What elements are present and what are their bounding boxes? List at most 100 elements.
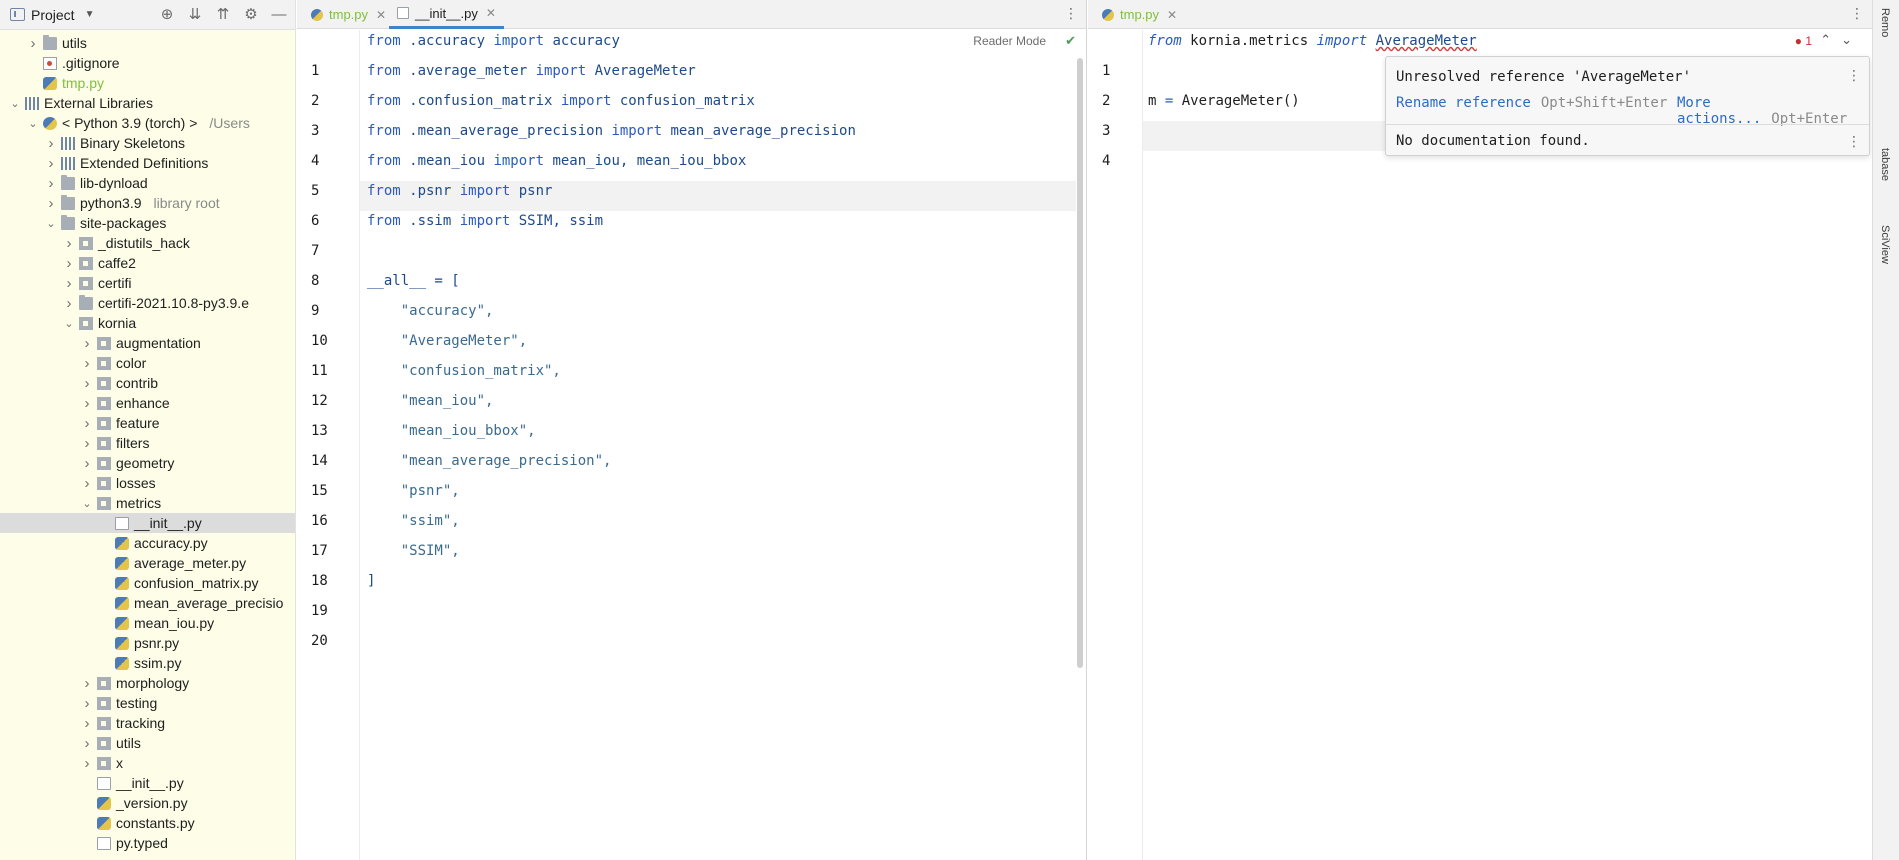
- chevron-right-icon[interactable]: ›: [44, 195, 58, 212]
- code-line[interactable]: from kornia.metrics import AverageMeter: [1148, 33, 1477, 49]
- code-line[interactable]: "psnr",: [367, 483, 460, 499]
- code-line[interactable]: "mean_average_precision",: [367, 453, 612, 469]
- close-icon[interactable]: ✕: [486, 6, 496, 20]
- remote-tool-button[interactable]: Remo: [1879, 8, 1891, 37]
- chevron-right-icon[interactable]: ›: [26, 35, 40, 52]
- rename-reference-link[interactable]: Rename reference: [1396, 95, 1531, 111]
- tab-tmp-py[interactable]: tmp.py ✕: [1094, 0, 1185, 29]
- more-options-icon[interactable]: ⋮: [1850, 5, 1864, 22]
- chevron-down-icon[interactable]: ⌄: [8, 97, 22, 110]
- close-icon[interactable]: ✕: [1167, 8, 1177, 22]
- tree-item[interactable]: constants.py: [0, 813, 295, 833]
- chevron-right-icon[interactable]: ›: [80, 415, 94, 432]
- chevron-right-icon[interactable]: ›: [62, 235, 76, 252]
- tree-item[interactable]: › augmentation: [0, 333, 295, 353]
- chevron-right-icon[interactable]: ›: [80, 335, 94, 352]
- tree-item[interactable]: › utils: [0, 33, 295, 53]
- more-options-icon[interactable]: ⋮: [1847, 133, 1861, 150]
- tree-item[interactable]: › x: [0, 753, 295, 773]
- tree-item[interactable]: › python3.9 library root: [0, 193, 295, 213]
- chevron-down-icon[interactable]: ⌄: [26, 117, 40, 130]
- chevron-right-icon[interactable]: ›: [62, 275, 76, 292]
- tree-item[interactable]: confusion_matrix.py: [0, 573, 295, 593]
- code-line[interactable]: "confusion_matrix",: [367, 363, 561, 379]
- code-line[interactable]: "accuracy",: [367, 303, 494, 319]
- tree-item[interactable]: › enhance: [0, 393, 295, 413]
- tree-item[interactable]: › Extended Definitions: [0, 153, 295, 173]
- code-line[interactable]: from .mean_average_precision import mean…: [367, 123, 856, 139]
- chevron-up-icon[interactable]: ⌃: [1820, 32, 1841, 47]
- chevron-right-icon[interactable]: ›: [44, 135, 58, 152]
- tree-item[interactable]: ⌄ kornia: [0, 313, 295, 333]
- tree-item[interactable]: ⌄ < Python 3.9 (torch) > /Users: [0, 113, 295, 133]
- vertical-scrollbar[interactable]: [1077, 58, 1083, 668]
- chevron-right-icon[interactable]: ›: [62, 295, 76, 312]
- tree-item[interactable]: mean_average_precisio: [0, 593, 295, 613]
- chevron-right-icon[interactable]: ›: [80, 395, 94, 412]
- tree-item[interactable]: › filters: [0, 433, 295, 453]
- code-line[interactable]: from .accuracy import accuracy: [367, 33, 620, 49]
- tree-item[interactable]: › certifi: [0, 273, 295, 293]
- more-options-icon[interactable]: ⋮: [1064, 5, 1078, 22]
- chevron-right-icon[interactable]: ›: [80, 355, 94, 372]
- gear-icon[interactable]: ⚙: [243, 6, 259, 24]
- code-line[interactable]: __all__ = [: [367, 273, 460, 289]
- code-line[interactable]: from .average_meter import AverageMeter: [367, 63, 696, 79]
- chevron-right-icon[interactable]: ›: [62, 255, 76, 272]
- rename-reference-action[interactable]: Rename reference Opt+Shift+Enter: [1396, 95, 1667, 111]
- tree-item[interactable]: › geometry: [0, 453, 295, 473]
- tree-item[interactable]: __init__.py: [0, 773, 295, 793]
- tree-item[interactable]: py.typed: [0, 833, 295, 853]
- locate-icon[interactable]: ⊕: [159, 6, 175, 24]
- code-line[interactable]: m = AverageMeter(): [1148, 93, 1300, 109]
- chevron-right-icon[interactable]: ›: [80, 375, 94, 392]
- close-icon[interactable]: ✕: [376, 8, 386, 22]
- tree-item[interactable]: › losses: [0, 473, 295, 493]
- code-line[interactable]: from .confusion_matrix import confusion_…: [367, 93, 755, 109]
- chevron-down-icon[interactable]: ▼: [85, 9, 95, 20]
- error-navigation[interactable]: ⌃⌄: [1820, 32, 1862, 48]
- tab-init-py[interactable]: __init__.py ✕: [389, 0, 504, 29]
- tree-item[interactable]: › lib-dynload: [0, 173, 295, 193]
- tree-item[interactable]: tmp.py: [0, 73, 295, 93]
- tree-item[interactable]: › caffe2: [0, 253, 295, 273]
- tree-item[interactable]: __init__.py: [0, 513, 295, 533]
- code-line[interactable]: ]: [367, 573, 375, 589]
- chevron-down-icon[interactable]: ⌄: [80, 497, 94, 510]
- tree-item[interactable]: › contrib: [0, 373, 295, 393]
- project-title[interactable]: Project: [31, 7, 75, 23]
- database-tool-button[interactable]: tabase: [1879, 148, 1891, 181]
- tree-item[interactable]: ⌄ External Libraries: [0, 93, 295, 113]
- collapse-all-icon[interactable]: ⇈: [215, 6, 231, 24]
- tree-item[interactable]: › Binary Skeletons: [0, 133, 295, 153]
- code-line[interactable]: from .ssim import SSIM, ssim: [367, 213, 603, 229]
- tree-item[interactable]: › color: [0, 353, 295, 373]
- tree-item[interactable]: _version.py: [0, 793, 295, 813]
- expand-all-icon[interactable]: ⇊: [187, 6, 203, 24]
- chevron-right-icon[interactable]: ›: [80, 735, 94, 752]
- chevron-right-icon[interactable]: ›: [80, 755, 94, 772]
- code-line[interactable]: from .mean_iou import mean_iou, mean_iou…: [367, 153, 746, 169]
- project-header[interactable]: Project ▼ ⊕ ⇊ ⇈ ⚙ —: [0, 0, 295, 30]
- more-actions-link[interactable]: More actions...: [1677, 95, 1761, 127]
- chevron-right-icon[interactable]: ›: [80, 715, 94, 732]
- tree-item[interactable]: .gitignore: [0, 53, 295, 73]
- error-indicator[interactable]: ● 1: [1795, 34, 1812, 48]
- reader-mode-toggle[interactable]: Reader Mode: [973, 34, 1046, 48]
- more-options-icon[interactable]: ⋮: [1847, 67, 1861, 84]
- chevron-right-icon[interactable]: ›: [44, 155, 58, 172]
- chevron-down-icon[interactable]: ⌄: [62, 317, 76, 330]
- tree-item[interactable]: › utils: [0, 733, 295, 753]
- chevron-down-icon[interactable]: ⌄: [1841, 32, 1862, 47]
- code-line[interactable]: "mean_iou",: [367, 393, 494, 409]
- code-line[interactable]: "ssim",: [367, 513, 460, 529]
- tree-item[interactable]: › testing: [0, 693, 295, 713]
- more-actions-action[interactable]: More actions... Opt+Enter: [1677, 95, 1869, 127]
- tree-item[interactable]: ssim.py: [0, 653, 295, 673]
- hide-panel-icon[interactable]: —: [271, 6, 287, 24]
- chevron-right-icon[interactable]: ›: [80, 475, 94, 492]
- tree-item[interactable]: › tracking: [0, 713, 295, 733]
- tree-item[interactable]: ⌄ site-packages: [0, 213, 295, 233]
- tree-item[interactable]: ⌄ metrics: [0, 493, 295, 513]
- tree-item[interactable]: psnr.py: [0, 633, 295, 653]
